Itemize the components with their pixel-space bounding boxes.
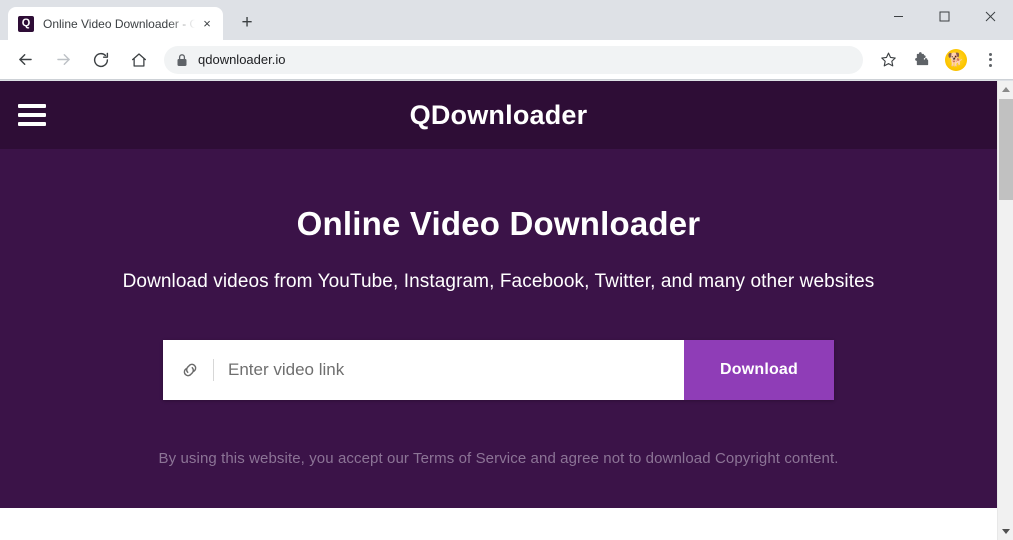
puzzle-piece-icon[interactable] <box>908 46 936 74</box>
minimize-button[interactable] <box>875 0 921 32</box>
video-link-form: Download <box>163 339 834 400</box>
web-page: QDownloader Online Video Downloader Down… <box>0 81 997 540</box>
hero-section: Online Video Downloader Download videos … <box>0 149 997 508</box>
browser-titlebar: Q Online Video Downloader - Conv × + <box>0 0 1013 40</box>
reload-icon[interactable] <box>86 45 116 75</box>
star-icon[interactable] <box>874 46 902 74</box>
avatar: 🐕 <box>945 48 967 71</box>
tab-title: Online Video Downloader - Conv <box>43 16 195 31</box>
address-bar-url: qdownloader.io <box>198 52 286 67</box>
page-subtitle: Download videos from YouTube, Instagram,… <box>122 270 875 292</box>
back-arrow-icon[interactable] <box>10 45 40 75</box>
browser-toolbar: qdownloader.io 🐕 <box>0 40 1013 80</box>
browser-tab[interactable]: Q Online Video Downloader - Conv × <box>8 7 223 40</box>
link-chain-icon <box>179 359 201 381</box>
page-viewport: QDownloader Online Video Downloader Down… <box>0 81 1013 540</box>
tab-close-icon[interactable]: × <box>199 16 215 32</box>
three-dot-menu-icon[interactable] <box>976 46 1004 74</box>
browser-window: Q Online Video Downloader - Conv × + <box>0 0 1013 540</box>
video-link-input-wrapper[interactable] <box>163 339 684 400</box>
lock-icon <box>176 53 188 67</box>
video-link-input[interactable] <box>228 339 684 400</box>
profile-avatar-icon[interactable]: 🐕 <box>942 46 970 74</box>
menu-dots <box>988 52 992 67</box>
site-header: QDownloader <box>0 81 997 149</box>
scrollbar-thumb[interactable] <box>999 99 1013 200</box>
download-button[interactable]: Download <box>684 339 834 400</box>
tab-favicon: Q <box>18 15 34 32</box>
close-button[interactable] <box>967 0 1013 32</box>
page-scrollbar[interactable] <box>997 81 1013 540</box>
address-bar[interactable]: qdownloader.io <box>164 45 863 74</box>
terms-disclaimer: By using this website, you accept our Te… <box>158 449 839 467</box>
maximize-button[interactable] <box>921 0 967 32</box>
site-brand: QDownloader <box>409 99 588 130</box>
window-controls <box>875 0 1013 32</box>
scroll-up-arrow[interactable] <box>998 81 1013 98</box>
input-divider <box>213 358 214 381</box>
scroll-down-arrow[interactable] <box>998 523 1013 540</box>
page-bottom-area <box>0 508 997 540</box>
new-tab-button[interactable]: + <box>233 9 261 37</box>
hamburger-menu-icon[interactable] <box>18 104 46 126</box>
page-title: Online Video Downloader <box>296 205 701 242</box>
forward-arrow-icon[interactable] <box>48 45 78 75</box>
tab-strip: Q Online Video Downloader - Conv × + <box>0 0 261 40</box>
home-icon[interactable] <box>124 45 154 75</box>
